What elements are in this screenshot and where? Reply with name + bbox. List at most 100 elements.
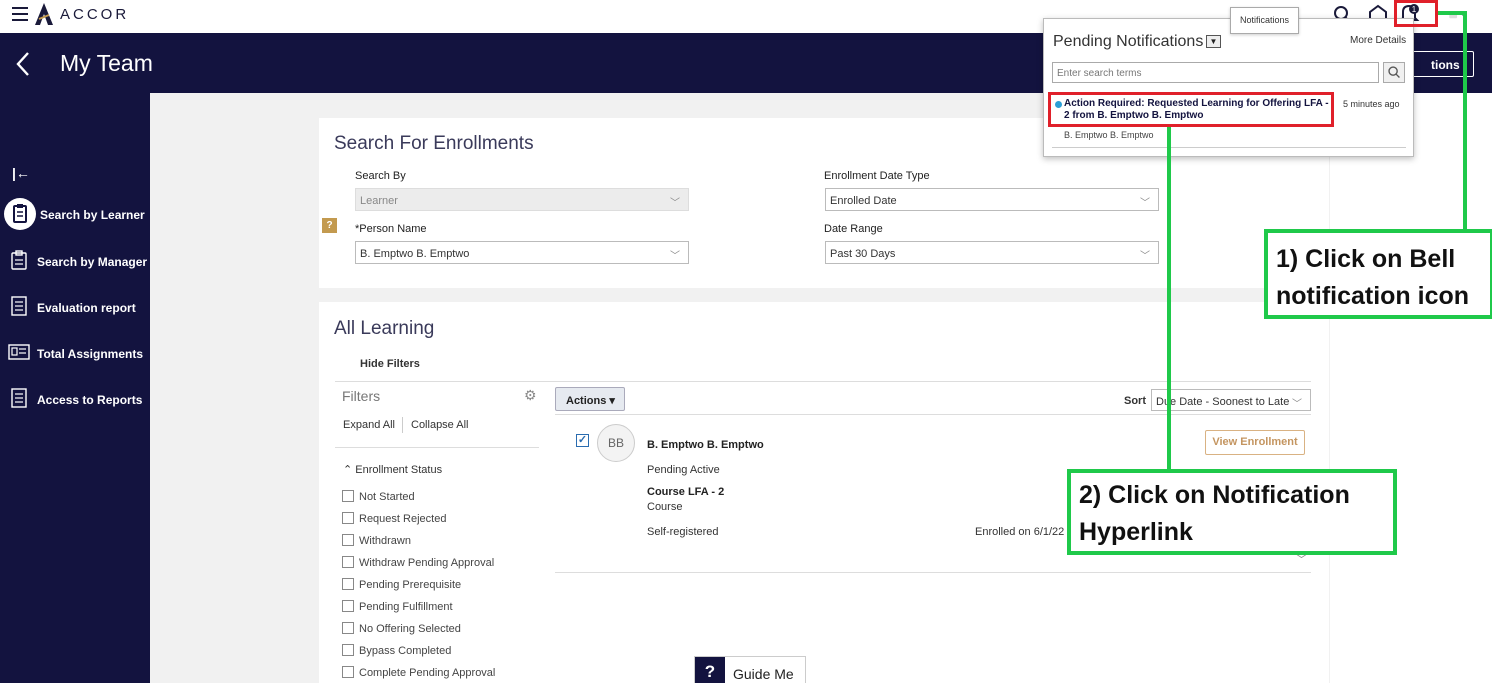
avatar: BB — [597, 424, 635, 462]
guide-me-label: Guide Me — [733, 666, 794, 682]
registration-type-text: Self-registered — [647, 526, 719, 538]
status-filter-not-started[interactable]: Not Started — [342, 490, 542, 506]
step1-line1: 1) Click on Bell — [1276, 245, 1456, 273]
filters-title: Filters — [342, 388, 381, 404]
sidebar-item-label: Search by Learner — [40, 208, 145, 222]
sidebar-item-label: Total Assignments — [37, 347, 144, 361]
checkbox[interactable] — [342, 578, 354, 590]
notifications-title: Pending Notifications — [1053, 33, 1204, 50]
divider — [555, 414, 1311, 415]
hide-filters-link[interactable]: Hide Filters — [360, 358, 420, 370]
step1-callout: 1) Click on Bell notification icon — [1264, 229, 1492, 319]
step2-line2: Hyperlink — [1079, 518, 1193, 546]
status-filter-no-offering-selected[interactable]: No Offering Selected — [342, 622, 542, 638]
chevron-down-icon: ﹀ — [1292, 395, 1302, 410]
person-name-select[interactable]: B. Emptwo B. Emptwo ﹀ — [355, 241, 689, 264]
back-chevron-icon[interactable] — [14, 51, 32, 77]
checkbox[interactable] — [342, 644, 354, 656]
notifications-search-input[interactable]: Enter search terms — [1052, 62, 1379, 83]
checkbox[interactable] — [342, 600, 354, 612]
course-name-link[interactable]: Course LFA - 2 — [647, 486, 724, 498]
help-icon: ? — [695, 657, 725, 683]
step1-line2: notification icon — [1276, 282, 1470, 310]
date-range-label: Date Range — [824, 223, 883, 235]
help-icon[interactable]: ? — [322, 218, 337, 233]
hamburger-menu-icon[interactable] — [12, 7, 28, 21]
gear-icon[interactable]: ⚙ — [524, 387, 537, 404]
notification-highlight-box — [1048, 92, 1334, 127]
status-filter-withdrawn[interactable]: Withdrawn — [342, 534, 542, 550]
notifications-tooltip: Notifications — [1230, 7, 1299, 34]
checkbox-label: Bypass Completed — [359, 645, 452, 657]
all-learning-title: All Learning — [334, 318, 435, 339]
search-icon[interactable] — [1383, 62, 1405, 83]
learner-name-link[interactable]: B. Emptwo B. Emptwo — [647, 439, 764, 451]
brand-name: ACCOR — [60, 6, 130, 23]
date-range-value: Past 30 Days — [830, 248, 896, 260]
enrollment-date-type-label: Enrollment Date Type — [824, 170, 930, 182]
search-by-value: Learner — [360, 195, 398, 207]
divider — [402, 417, 403, 433]
more-details-link[interactable]: More Details — [1350, 35, 1406, 46]
divider — [1052, 147, 1406, 148]
accor-logo-icon — [35, 3, 53, 25]
actions-label: Actions — [566, 395, 607, 407]
chevron-down-icon: ﹀ — [670, 251, 680, 262]
expand-all-link[interactable]: Expand All — [343, 419, 395, 431]
enrollment-date-type-select[interactable]: Enrolled Date ﹀ — [825, 188, 1159, 211]
checkbox-label: Not Started — [359, 491, 415, 503]
enrolled-on-text: Enrolled on 6/1/22 — [975, 526, 1065, 538]
notifications-filter-dropdown-icon[interactable]: ▼ — [1206, 35, 1221, 48]
checkbox[interactable] — [342, 622, 354, 634]
notifications-popup: Pending Notifications ▼ More Details Ent… — [1043, 18, 1414, 157]
checkbox-label: Pending Prerequisite — [359, 579, 462, 591]
sort-value: Due Date - Soonest to Late — [1156, 396, 1290, 408]
sidebar-item-evaluation-report[interactable]: Evaluation report — [0, 293, 150, 323]
status-filter-request-rejected[interactable]: Request Rejected — [342, 512, 542, 528]
checklist-icon — [11, 296, 27, 316]
notification-time: 5 minutes ago — [1343, 99, 1400, 109]
clipboard-icon — [4, 198, 36, 230]
checkbox[interactable] — [342, 666, 354, 678]
step2-callout: 2) Click on Notification Hyperlink — [1067, 469, 1397, 555]
checkbox[interactable] — [342, 556, 354, 568]
sidebar-item-search-by-manager[interactable]: Search by Manager — [0, 247, 150, 277]
step2-line1: 2) Click on Notification — [1079, 481, 1350, 509]
clipboard-icon — [11, 250, 27, 270]
status-filter-complete-pending-approval[interactable]: Complete Pending Approval — [342, 666, 542, 682]
connector-line — [1463, 11, 1467, 231]
notification-sender: B. Emptwo B. Emptwo — [1064, 130, 1154, 140]
report-icon — [8, 344, 30, 360]
sidebar-item-label: Access to Reports — [37, 393, 143, 407]
status-filter-pending-prerequisite[interactable]: Pending Prerequisite — [342, 578, 542, 594]
view-enrollment-button[interactable]: View Enrollment — [1205, 430, 1305, 455]
status-filter-bypass-completed[interactable]: Bypass Completed — [342, 644, 542, 660]
guide-me-button[interactable]: ? Guide Me — [694, 656, 806, 683]
actions-menu-button[interactable]: Actions ▾ — [555, 387, 625, 411]
enrollment-status-label: Enrollment Status — [355, 464, 443, 476]
status-filter-pending-fulfillment[interactable]: Pending Fulfillment — [342, 600, 542, 616]
person-name-label: *Person Name — [355, 223, 427, 235]
sidebar-item-access-to-reports[interactable]: Access to Reports — [0, 385, 150, 415]
sidebar-item-label: Evaluation report — [37, 301, 136, 315]
checkbox[interactable] — [342, 512, 354, 524]
chevron-down-icon: ﹀ — [1140, 251, 1150, 262]
divider — [555, 572, 1311, 573]
status-filter-withdraw-pending-approval[interactable]: Withdraw Pending Approval — [342, 556, 542, 572]
checkbox[interactable] — [342, 534, 354, 546]
sort-label: Sort — [1124, 395, 1146, 407]
chevron-down-icon: ﹀ — [670, 198, 680, 209]
enrollment-status-toggle[interactable]: ⌃ Enrollment Status — [343, 463, 442, 476]
sort-select[interactable]: Due Date - Soonest to Late ﹀ — [1151, 389, 1311, 411]
sidebar-item-search-by-learner[interactable]: Search by Learner — [0, 198, 150, 230]
record-checkbox[interactable]: ✓ — [576, 434, 589, 447]
enrollment-status-text: Pending Active — [647, 464, 720, 476]
sidebar-item-total-assignments[interactable]: Total Assignments — [0, 339, 150, 369]
connector-line — [1167, 127, 1171, 472]
collapse-all-link[interactable]: Collapse All — [411, 419, 468, 431]
checkbox[interactable] — [342, 490, 354, 502]
checkbox-label: Pending Fulfillment — [359, 601, 453, 613]
chevron-down-icon: ﹀ — [1140, 198, 1150, 209]
collapse-sidebar-icon[interactable]: |← — [12, 165, 30, 181]
date-range-select[interactable]: Past 30 Days ﹀ — [825, 241, 1159, 264]
